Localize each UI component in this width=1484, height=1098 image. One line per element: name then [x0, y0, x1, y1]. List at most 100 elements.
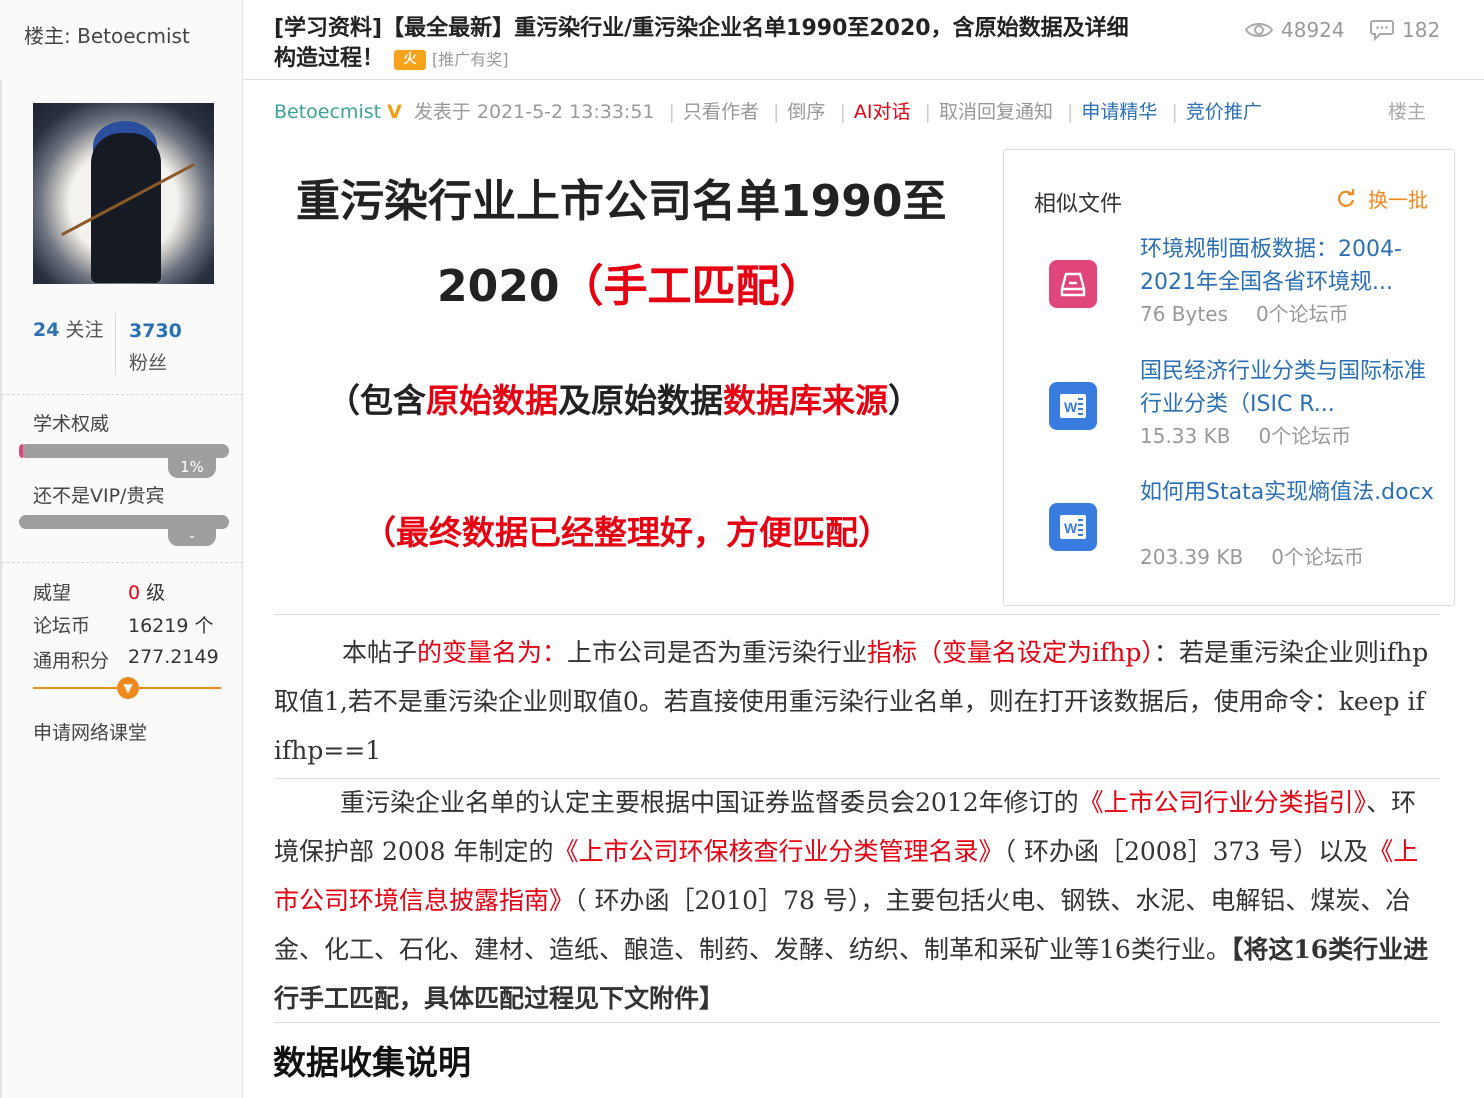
- section-title: 数据收集说明: [273, 1043, 471, 1082]
- thread-title: [学习资料]【最全最新】重污染行业/重污染企业名单1990至2020，含原始数据…: [274, 14, 1224, 75]
- prestige-value-wrap: 0 级: [128, 578, 165, 605]
- vip-tag: -: [168, 526, 216, 546]
- authority-progress-fill: [19, 444, 23, 458]
- prestige-unit: 级: [146, 582, 166, 604]
- file-coins: 0个论坛币: [1271, 545, 1364, 569]
- file-name[interactable]: 国民经济行业分类与国际标准行业分类（ISIC R...: [1140, 355, 1440, 421]
- reverse-order-link[interactable]: 倒序: [787, 101, 825, 123]
- apply-course-link[interactable]: 申请网络课堂: [33, 718, 147, 745]
- fans-stat[interactable]: 3730 粉丝: [129, 315, 182, 379]
- thread-title-line1: [学习资料]【最全最新】重污染行业/重污染企业名单1990至2020，含原始数据…: [274, 16, 1129, 41]
- eye-icon: [1245, 23, 1273, 37]
- fans-count: 3730: [129, 320, 182, 342]
- file-meta: 203.39 KB 0个论坛币: [1140, 541, 1364, 570]
- apply-digest-link[interactable]: 申请精华: [1081, 101, 1157, 123]
- view-count: 48924: [1245, 18, 1345, 42]
- body-highlight: 的变量名为：: [417, 638, 568, 667]
- file-coins: 0个论坛币: [1258, 424, 1352, 448]
- file-meta: 76 Bytes 0个论坛币: [1140, 298, 1349, 327]
- verified-icon: V: [387, 101, 402, 123]
- refresh-label: 换一批: [1368, 188, 1428, 212]
- prestige-label: 威望: [33, 582, 72, 604]
- follow-count: 24: [33, 319, 60, 341]
- fire-icon: 火: [394, 50, 427, 70]
- thread-title-line2: 构造过程！: [274, 46, 385, 71]
- prestige-row: 威望 0 级: [33, 578, 165, 605]
- floor-label: 楼主: [1388, 101, 1427, 123]
- body-text: 上市公司是否为重污染行业: [567, 638, 868, 667]
- reply-count-value: 182: [1402, 18, 1441, 42]
- post-meta: Betoecmist V 发表于 2021-5-2 13:33:51 | 只看作者 …: [274, 97, 1262, 124]
- file-coins: 0个论坛币: [1255, 302, 1349, 326]
- reply-count: 182: [1370, 18, 1440, 42]
- body-highlight: 指标（变量名设定为ifhp）: [867, 638, 1154, 667]
- body-text: （ 环办函［2008］373 号）以及: [1003, 837, 1369, 866]
- cancel-notify-link[interactable]: 取消回复通知: [939, 101, 1053, 123]
- file-size: 203.39 KB: [1140, 545, 1244, 569]
- owner-cell: 楼主: Betoecmist: [0, 0, 243, 80]
- file-name[interactable]: 如何用Stata实现熵值法.docx: [1140, 476, 1440, 509]
- points-row: 通用积分 277.2149: [33, 646, 219, 673]
- chevron-down-icon[interactable]: ▼: [117, 677, 139, 699]
- author-link[interactable]: Betoecmist: [274, 101, 381, 123]
- body-highlight: 《上市公司行业分类指引》: [1078, 788, 1367, 817]
- file-meta: 15.33 KB 0个论坛币: [1140, 420, 1351, 449]
- bid-promote-link[interactable]: 竞价推广: [1186, 101, 1262, 123]
- coins-value: 16219 个: [128, 615, 214, 637]
- file-size: 15.33 KB: [1140, 424, 1231, 448]
- divider: [274, 1022, 1440, 1023]
- points-value: 277.2149: [128, 646, 219, 668]
- follow-label: 关注: [65, 319, 104, 341]
- headline-text: （包含: [327, 381, 426, 420]
- headline-line4: （最终数据已经整理好，方便匹配）: [363, 513, 891, 552]
- authority-percent: 1%: [168, 456, 216, 478]
- divider: [2, 394, 243, 395]
- file-name[interactable]: 环境规制面板数据：2004-2021年全国各省环境规...: [1140, 233, 1440, 299]
- headline-text: ）: [888, 381, 921, 420]
- paragraph-definition: 重污染企业名单的认定主要根据中国证券监督委员会2012年修订的《上市公司行业分类…: [274, 778, 1440, 1023]
- headline-line3: （包含原始数据及原始数据数据库来源）: [327, 374, 921, 422]
- fans-label: 粉丝: [129, 352, 168, 374]
- headline-line1: 重污染行业上市公司名单1990至: [296, 176, 947, 227]
- headline-year: 2020: [437, 261, 560, 312]
- promo-link[interactable]: [推广有奖]: [432, 50, 509, 69]
- follow-stat[interactable]: 24 关注: [33, 315, 104, 342]
- body-text: 重污染企业名单的认定主要根据中国证券监督委员会2012年修订的: [340, 788, 1079, 817]
- similar-files-panel: 相似文件 换一批 环境规制面板数据：2004-2021年全国各省环境规... 7…: [1003, 149, 1455, 606]
- word-doc-icon: W: [1049, 382, 1097, 430]
- thread-owner-label: 楼主: Betoecmist: [24, 24, 190, 48]
- avatar[interactable]: [33, 103, 214, 284]
- refresh-icon: [1338, 188, 1355, 207]
- vip-label[interactable]: 还不是VIP/贵宾: [33, 481, 164, 508]
- coins-row: 论坛币 16219 个: [33, 611, 213, 638]
- word-doc-icon: W: [1049, 503, 1097, 551]
- authority-label: 学术权威: [33, 413, 110, 435]
- headline-manual-match: （手工匹配）: [559, 261, 824, 312]
- headline-line2: 2020（手工匹配）: [437, 250, 823, 314]
- separator: |: [924, 101, 931, 123]
- svg-text:W: W: [1064, 399, 1078, 415]
- refresh-button[interactable]: 换一批: [1336, 184, 1428, 213]
- similar-files-title: 相似文件: [1034, 192, 1123, 217]
- post-time: 发表于 2021-5-2 13:33:51: [413, 101, 655, 123]
- author-sidebar: 24 关注 3730 粉丝 学术权威 1% 还不是VIP/贵宾 - 威望 0 级…: [0, 80, 243, 1098]
- prestige-value: 0: [128, 582, 141, 604]
- separator: |: [773, 101, 780, 123]
- headline-highlight: 数据库来源: [723, 381, 888, 420]
- svg-text:W: W: [1064, 520, 1078, 536]
- headline-text: 及原始数据: [558, 381, 723, 420]
- points-label: 通用积分: [33, 650, 110, 672]
- paragraph-variable: 本帖子的变量名为：上市公司是否为重污染行业指标（变量名设定为ifhp）：若是重污…: [274, 628, 1440, 775]
- headline-highlight: 原始数据: [426, 381, 558, 420]
- body-text: 本帖子: [342, 638, 418, 667]
- thread-header: 楼主: Betoecmist [学习资料]【最全最新】重污染行业/重污染企业名单…: [0, 0, 1484, 80]
- body-highlight: 《上市公司环保核查行业分类管理名录》: [553, 837, 1004, 866]
- separator: |: [668, 101, 675, 123]
- ai-chat-link[interactable]: AI对话: [854, 101, 911, 123]
- archive-icon: [1049, 260, 1097, 308]
- only-author-link[interactable]: 只看作者: [683, 101, 759, 123]
- separator: |: [1067, 101, 1074, 123]
- coins-label: 论坛币: [33, 615, 91, 637]
- file-size: 76 Bytes: [1140, 302, 1228, 326]
- view-count-value: 48924: [1281, 18, 1345, 42]
